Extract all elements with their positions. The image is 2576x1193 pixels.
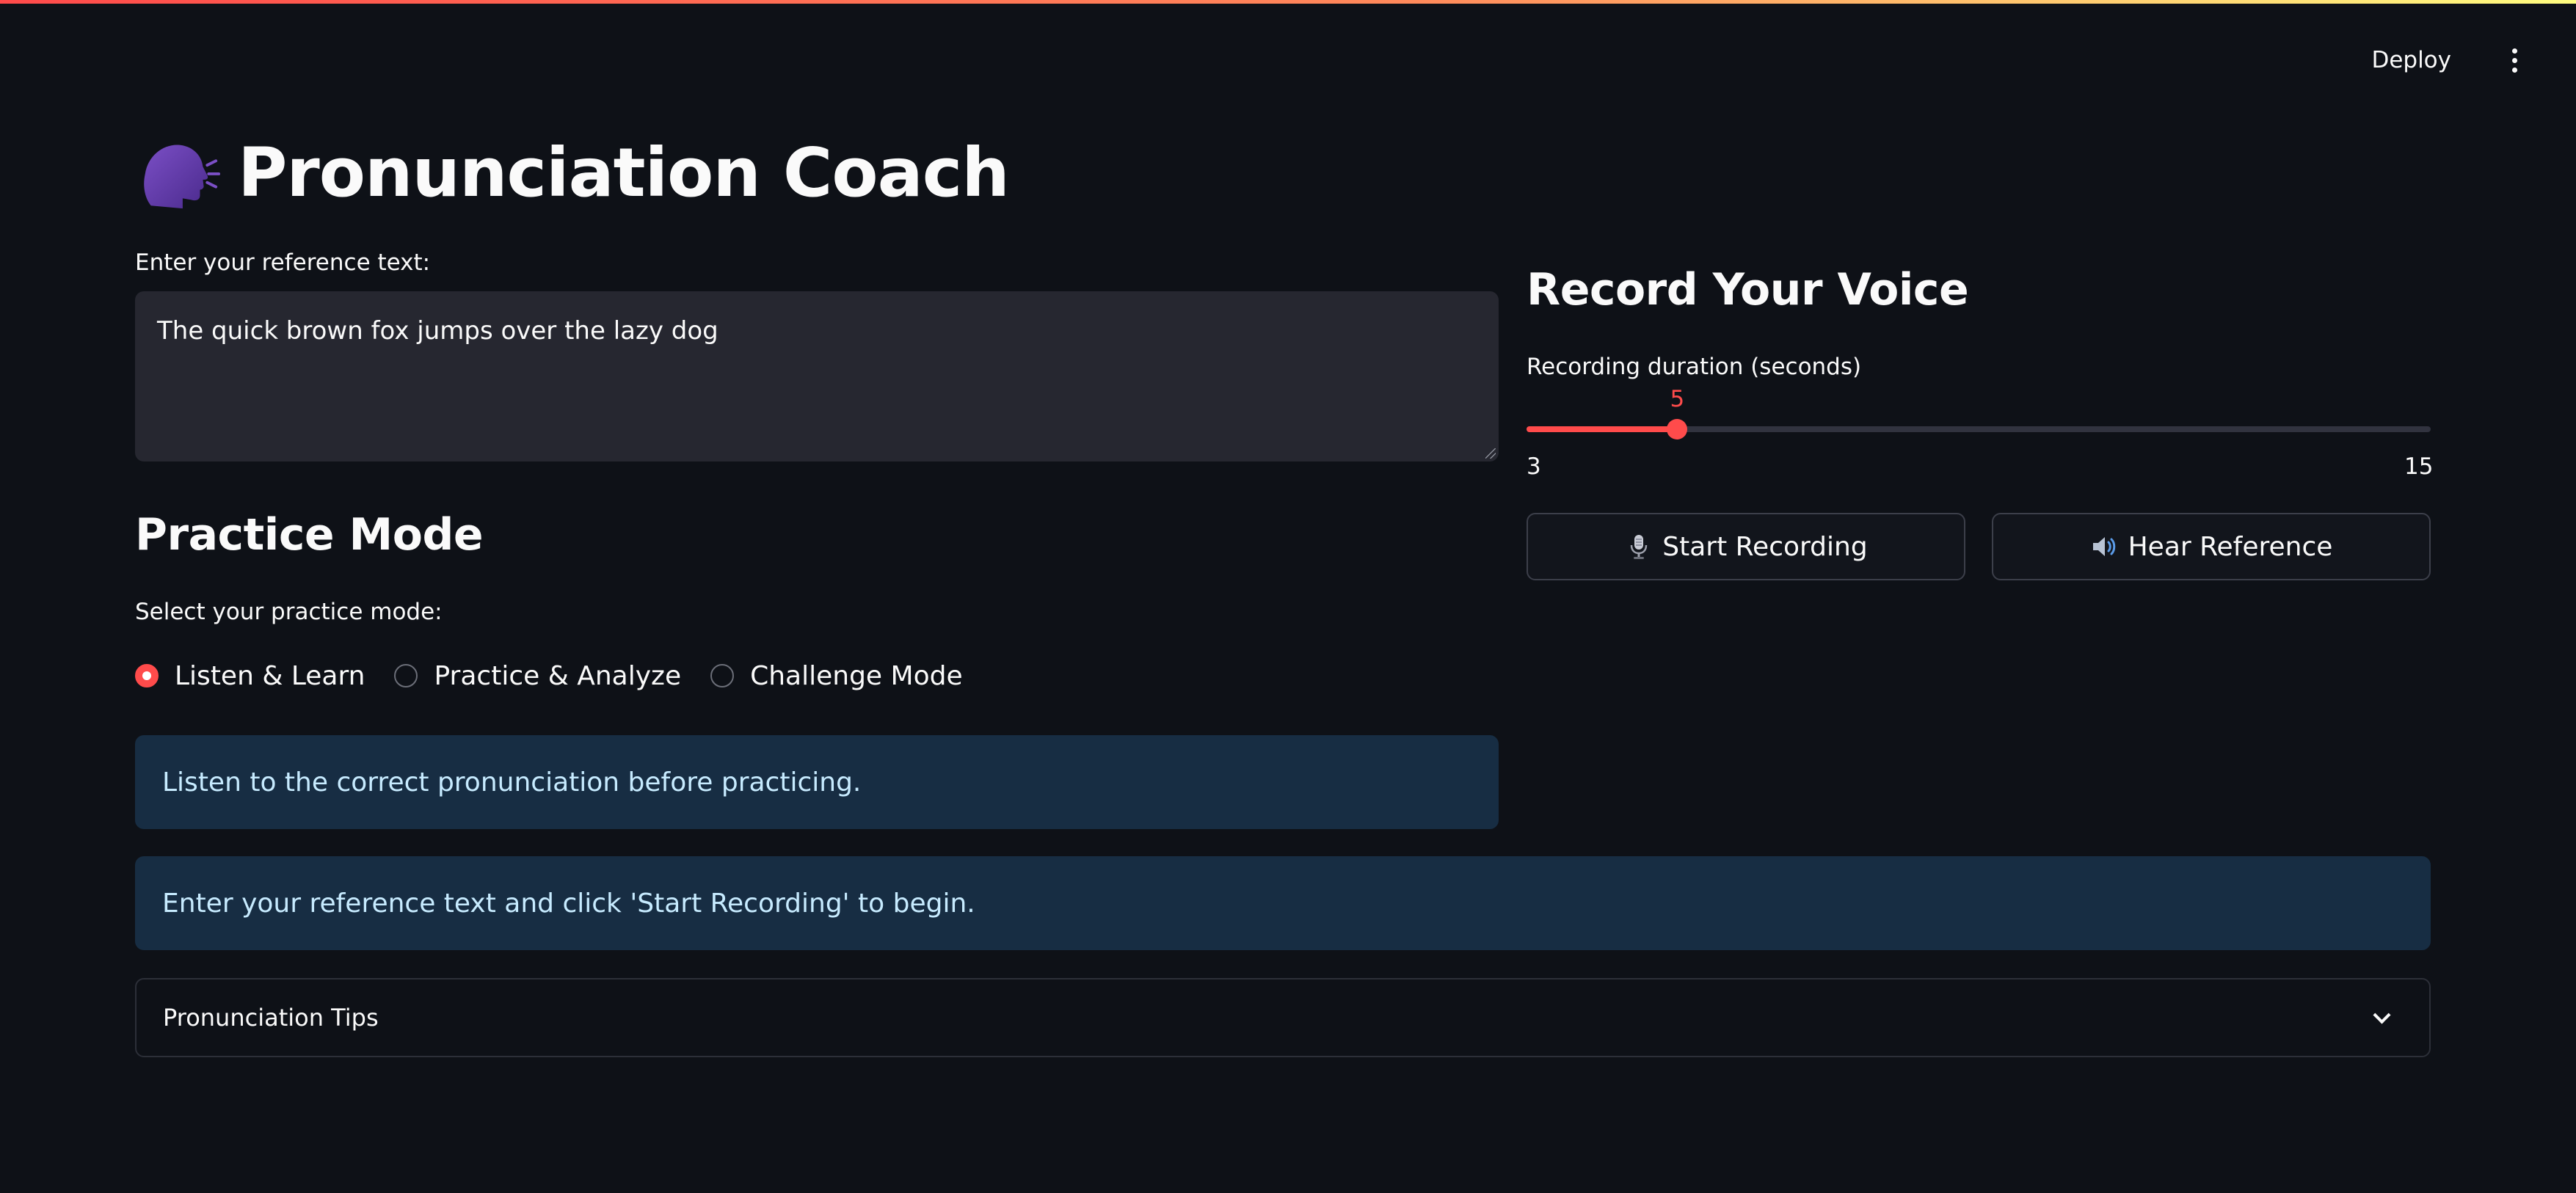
speaking-head-icon (144, 145, 221, 209)
pronunciation-tips-label: Pronunciation Tips (163, 1004, 379, 1032)
more-vertical-icon (2511, 48, 2517, 54)
practice-info-text: Listen to the correct pronunciation befo… (162, 767, 862, 798)
status-info-alert: Enter your reference text and click 'Sta… (135, 856, 2431, 950)
practice-info-alert: Listen to the correct pronunciation befo… (135, 735, 1499, 829)
slider-fill (1527, 426, 1678, 432)
chevron-down-icon (2373, 1010, 2388, 1025)
reference-text-label: Enter your reference text: (135, 249, 431, 276)
main-menu-button[interactable] (2497, 43, 2532, 78)
radio-challenge-mode[interactable]: Challenge Mode (710, 661, 963, 691)
title-row: Pronunciation Coach (135, 125, 1010, 220)
pronunciation-tips-expander[interactable]: Pronunciation Tips (135, 978, 2431, 1057)
start-recording-label: Start Recording (1662, 531, 1868, 562)
radio-unselected-icon (394, 664, 418, 687)
more-vertical-icon-dot (2511, 57, 2517, 63)
radio-practice-analyze[interactable]: Practice & Analyze (394, 661, 681, 691)
microphone-icon (1624, 532, 1653, 561)
slider-min-label: 3 (1527, 453, 1541, 480)
reference-text-input[interactable]: The quick brown fox jumps over the lazy … (135, 291, 1499, 461)
recording-duration-label: Recording duration (seconds) (1527, 354, 1862, 380)
slider-thumb[interactable] (1667, 419, 1688, 439)
radio-unselected-icon (710, 664, 735, 687)
textarea-resize-handle[interactable] (1485, 448, 1496, 459)
radio-label: Listen & Learn (175, 660, 365, 691)
radio-listen-learn[interactable]: Listen & Learn (135, 661, 365, 691)
record-voice-heading: Record Your Voice (1527, 264, 1969, 315)
hear-reference-label: Hear Reference (2128, 531, 2333, 562)
page-title: Pronunciation Coach (238, 133, 1010, 212)
slider-max-label: 15 (2404, 453, 2434, 480)
reference-text-value: The quick brown fox jumps over the lazy … (157, 316, 718, 346)
hear-reference-button[interactable]: Hear Reference (1992, 513, 2431, 580)
more-vertical-icon-dot (2511, 67, 2517, 73)
speaker-icon (2090, 532, 2120, 561)
radio-label: Challenge Mode (750, 660, 963, 691)
recording-duration-slider[interactable] (1527, 419, 2431, 439)
start-recording-button[interactable]: Start Recording (1527, 513, 1965, 580)
app-root: Deploy Pronunciation Coach Enter your re… (0, 0, 2576, 1193)
practice-mode-radio-group: Listen & Learn Practice & Analyze Challe… (135, 657, 992, 695)
practice-mode-heading: Practice Mode (135, 509, 484, 561)
practice-mode-select-label: Select your practice mode: (135, 599, 443, 625)
deploy-button[interactable]: Deploy (2357, 40, 2466, 80)
radio-selected-icon (135, 664, 159, 687)
toolbar: Deploy (2136, 0, 2576, 103)
status-info-text: Enter your reference text and click 'Sta… (162, 888, 975, 919)
slider-current-value: 5 (1670, 386, 1685, 412)
radio-label: Practice & Analyze (434, 660, 682, 691)
